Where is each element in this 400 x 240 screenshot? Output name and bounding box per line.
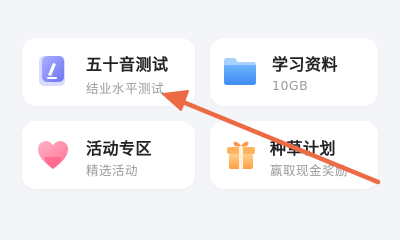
card-subtitle: 10GB <box>272 78 309 93</box>
card-title: 活动专区 <box>86 139 153 158</box>
folder-icon <box>222 55 258 87</box>
test-document-icon <box>36 54 70 88</box>
gift-box-icon <box>224 137 258 171</box>
card-study-materials[interactable]: 学习资料 10GB <box>210 38 378 106</box>
card-title: 学习资料 <box>272 55 339 74</box>
card-subtitle: 赢取现金奖励 <box>270 163 349 178</box>
card-title: 五十音测试 <box>86 55 169 74</box>
card-fifty-sounds-test[interactable]: 五十音测试 结业水平测试 <box>22 38 195 106</box>
card-subtitle: 精选活动 <box>86 163 139 178</box>
card-title: 种草计划 <box>270 139 337 158</box>
card-seeding-plan[interactable]: 种草计划 赢取现金奖励 <box>210 121 378 189</box>
heart-icon <box>36 139 70 171</box>
card-subtitle: 结业水平测试 <box>86 81 165 96</box>
card-activity-zone[interactable]: 活动专区 精选活动 <box>22 121 195 189</box>
